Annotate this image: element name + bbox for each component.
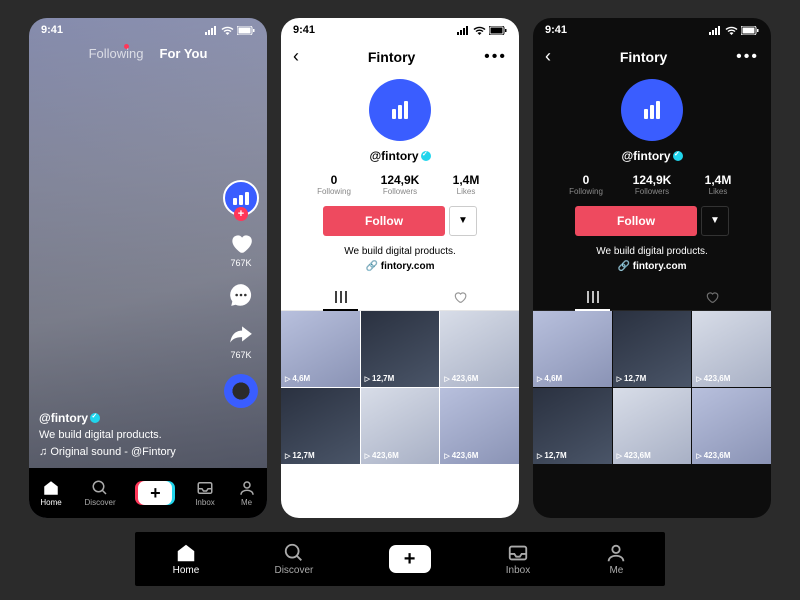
videos-tab[interactable] <box>533 284 652 310</box>
tab-home[interactable]: Home <box>173 542 200 576</box>
tab-create[interactable]: + <box>138 481 172 505</box>
verified-icon <box>90 413 100 423</box>
tab-home[interactable]: Home <box>40 479 61 507</box>
follow-plus-icon[interactable]: + <box>234 207 248 221</box>
profile-avatar[interactable] <box>369 79 431 141</box>
tab-me[interactable]: Me <box>238 479 256 507</box>
profile-link[interactable]: 🔗 fintory.com <box>618 261 687 272</box>
share-button[interactable]: 767K <box>228 322 254 360</box>
video-thumb[interactable]: 4,6M <box>281 311 360 387</box>
video-thumb[interactable]: 12,7M <box>613 311 692 387</box>
video-thumb[interactable]: 423,6M <box>361 388 440 464</box>
tab-following[interactable]: Following <box>89 46 144 61</box>
feed-bio: We build digital products. <box>39 427 176 444</box>
video-grid: 4,6M 12,7M 423,6M 12,7M 423,6M 423,6M <box>533 311 771 464</box>
video-thumb[interactable]: 423,6M <box>692 311 771 387</box>
tab-for-you[interactable]: For You <box>160 46 208 61</box>
profile-handle[interactable]: @fintory <box>369 149 418 163</box>
videos-tab[interactable] <box>281 284 400 310</box>
tab-bar: Home Discover + Inbox Me <box>29 468 267 518</box>
stat-likes[interactable]: 1,4MLikes <box>685 173 751 196</box>
feed-screen: 9:41 Following For You + 767K <box>29 18 267 518</box>
tab-discover[interactable]: Discover <box>274 542 313 576</box>
tab-inbox[interactable]: Inbox <box>195 479 215 507</box>
status-icons <box>708 26 759 35</box>
back-button[interactable]: ‹ <box>293 46 299 67</box>
tab-me[interactable]: Me <box>605 542 627 576</box>
profile-screen-light: 9:41 ‹ Fintory ••• @fintory 0Following 1… <box>281 18 519 518</box>
stat-followers[interactable]: 124,9KFollowers <box>619 173 685 196</box>
tab-inbox[interactable]: Inbox <box>506 542 530 576</box>
profile-bio: We build digital products. <box>344 246 456 257</box>
video-thumb[interactable]: 423,6M <box>440 388 519 464</box>
like-button[interactable]: 767K <box>228 230 254 268</box>
status-time: 9:41 <box>545 24 567 36</box>
comment-button[interactable] <box>228 282 254 308</box>
verified-icon <box>421 151 431 161</box>
main-tab-bar: Home Discover + Inbox Me <box>135 532 665 586</box>
video-grid: 4,6M 12,7M 423,6M 12,7M 423,6M 423,6M <box>281 311 519 464</box>
video-thumb[interactable]: 4,6M <box>533 311 612 387</box>
profile-bio: We build digital products. <box>596 246 708 257</box>
profile-screen-dark: 9:41 ‹ Fintory ••• @fintory 0Following 1… <box>533 18 771 518</box>
video-thumb[interactable]: 12,7M <box>281 388 360 464</box>
tab-discover[interactable]: Discover <box>85 479 116 507</box>
profile-handle[interactable]: @fintory <box>621 149 670 163</box>
follow-button[interactable]: Follow <box>323 206 445 236</box>
profile-title: Fintory <box>368 49 415 65</box>
follow-button[interactable]: Follow <box>575 206 697 236</box>
stat-likes[interactable]: 1,4MLikes <box>433 173 499 196</box>
profile-link[interactable]: 🔗 fintory.com <box>366 261 435 272</box>
video-thumb[interactable]: 423,6M <box>440 311 519 387</box>
profile-title: Fintory <box>620 49 667 65</box>
more-button[interactable]: ••• <box>484 48 507 66</box>
feed-username[interactable]: @fintory <box>39 411 88 425</box>
status-icons <box>456 26 507 35</box>
stat-followers[interactable]: 124,9KFollowers <box>367 173 433 196</box>
video-thumb[interactable]: 423,6M <box>692 388 771 464</box>
back-button[interactable]: ‹ <box>545 46 551 67</box>
follow-dropdown[interactable]: ▼ <box>701 206 729 236</box>
liked-tab[interactable] <box>652 284 771 310</box>
stat-following[interactable]: 0Following <box>301 173 367 196</box>
feed-sound[interactable]: ♫ Original sound - @Fintory <box>39 444 176 461</box>
status-time: 9:41 <box>41 24 63 36</box>
follow-dropdown[interactable]: ▼ <box>449 206 477 236</box>
sound-disc[interactable] <box>224 374 258 408</box>
profile-avatar[interactable] <box>621 79 683 141</box>
video-thumb[interactable]: 423,6M <box>613 388 692 464</box>
more-button[interactable]: ••• <box>736 48 759 66</box>
liked-tab[interactable] <box>400 284 519 310</box>
tab-create[interactable]: + <box>389 545 431 573</box>
status-time: 9:41 <box>293 24 315 36</box>
status-icons <box>204 26 255 35</box>
stat-following[interactable]: 0Following <box>553 173 619 196</box>
video-thumb[interactable]: 12,7M <box>361 311 440 387</box>
verified-icon <box>673 151 683 161</box>
author-avatar[interactable]: + <box>223 180 259 216</box>
video-thumb[interactable]: 12,7M <box>533 388 612 464</box>
